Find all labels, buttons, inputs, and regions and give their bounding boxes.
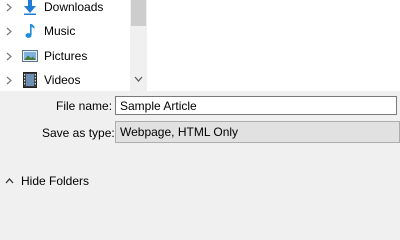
tree-scrollbar[interactable] <box>130 0 147 91</box>
tree-item-label: Music <box>44 24 76 38</box>
scroll-down-arrow-icon[interactable] <box>130 74 147 85</box>
pictures-folder-icon <box>22 48 38 64</box>
download-arrow-icon <box>22 0 38 15</box>
navigation-pane: Downloads Music Pictures Videos <box>0 0 400 92</box>
scrollbar-thumb[interactable] <box>131 0 146 26</box>
videos-folder-icon <box>22 72 38 88</box>
filename-input[interactable] <box>115 96 397 115</box>
tree-item-downloads[interactable]: Downloads <box>0 0 130 18</box>
tree-item-label: Pictures <box>44 49 88 63</box>
tree-item-label: Videos <box>44 73 81 87</box>
tree-item-label: Downloads <box>44 0 104 14</box>
tree-item-music[interactable]: Music <box>0 20 130 42</box>
folder-tree: Downloads Music Pictures Videos <box>0 0 130 91</box>
hide-folders-label: Hide Folders <box>21 174 90 188</box>
chevron-right-icon[interactable] <box>4 52 14 61</box>
filename-label: File name: <box>56 99 113 113</box>
savetype-dropdown[interactable]: Webpage, HTML Only <box>115 121 400 143</box>
hide-folders-button[interactable]: Hide Folders <box>4 172 89 190</box>
chevron-up-icon <box>4 176 14 186</box>
music-note-icon <box>22 23 38 39</box>
tree-item-pictures[interactable]: Pictures <box>0 45 130 67</box>
savetype-value: Webpage, HTML Only <box>120 125 239 139</box>
chevron-right-icon[interactable] <box>4 76 14 85</box>
file-list-area[interactable] <box>147 0 400 91</box>
chevron-right-icon[interactable] <box>4 3 14 12</box>
tree-item-videos[interactable]: Videos <box>0 69 130 91</box>
chevron-right-icon[interactable] <box>4 27 14 36</box>
savetype-label: Save as type: <box>42 126 115 140</box>
